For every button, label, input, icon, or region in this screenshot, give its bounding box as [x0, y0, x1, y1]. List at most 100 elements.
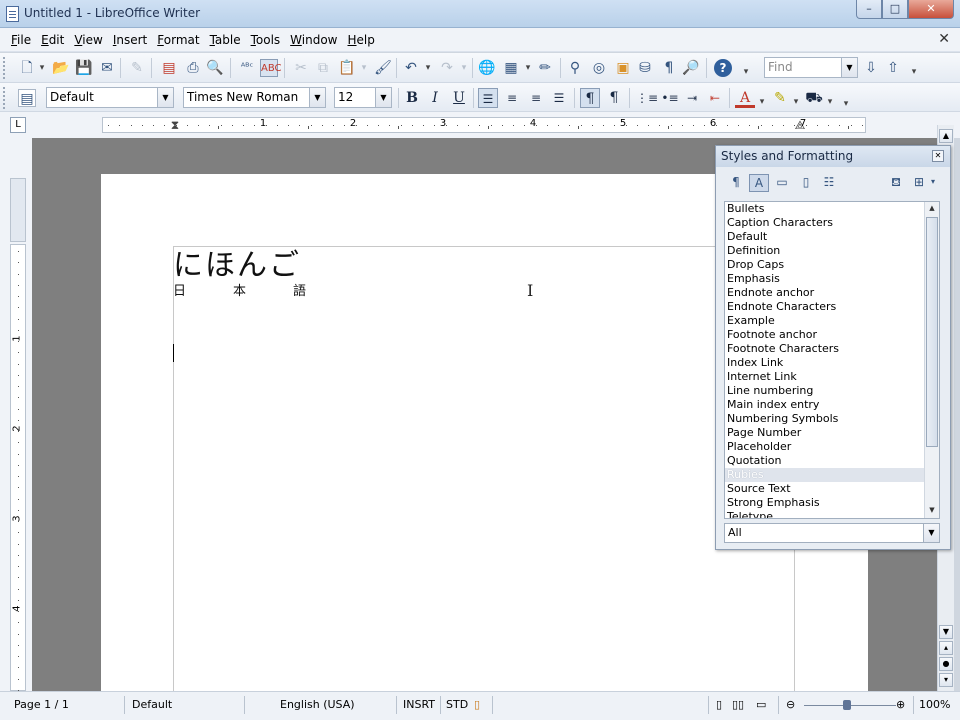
print-preview-icon[interactable]: 🔍 [206, 59, 224, 77]
fill-format-mode-icon[interactable]: ⛾ [886, 174, 906, 192]
zoom-slider-thumb[interactable] [843, 700, 851, 710]
style-item[interactable]: Default [725, 230, 939, 244]
style-item[interactable]: Example [725, 314, 939, 328]
styles-list[interactable]: Bullets Caption Characters Default Defin… [724, 201, 940, 519]
page-style-status[interactable]: Default [132, 698, 172, 711]
scroll-down-arrow-icon[interactable]: ▼ [939, 625, 953, 639]
previous-page-icon[interactable]: ▴ [939, 641, 953, 655]
style-item[interactable]: Definition [725, 244, 939, 258]
increase-indent-icon[interactable]: ⇥ [682, 88, 702, 108]
style-item[interactable]: Endnote anchor [725, 286, 939, 300]
style-item[interactable]: Footnote Characters [725, 342, 939, 356]
formatting-marks-icon[interactable]: ¶ [660, 59, 678, 77]
zoom-out-icon[interactable]: ⊖ [786, 698, 795, 711]
menu-window[interactable]: Window [285, 33, 342, 47]
font-name-dropdown-icon[interactable]: ▼ [309, 88, 325, 107]
toolbar-grip[interactable] [3, 57, 7, 79]
base-text[interactable]: 日本語 [173, 280, 306, 299]
style-item[interactable]: Placeholder [725, 440, 939, 454]
paste-icon[interactable]: 📋 [338, 59, 356, 77]
hyperlink-icon[interactable]: 🌐 [478, 59, 496, 77]
style-filter-select[interactable]: All ▼ [724, 523, 940, 543]
find-input[interactable]: Find ▼ [764, 57, 858, 78]
table-icon[interactable]: ▦ [502, 59, 520, 77]
selection-mode-status[interactable]: STD [446, 698, 468, 711]
next-page-icon[interactable]: ▾ [939, 673, 953, 687]
email-icon[interactable]: ✉ [98, 59, 116, 77]
document-modified-icon[interactable]: ▯ [474, 698, 480, 711]
bullets-icon[interactable]: •≡ [660, 88, 680, 108]
list-styles-icon[interactable]: ☷ [819, 174, 839, 192]
edit-file-icon[interactable]: ✎ [128, 59, 146, 77]
vertical-ruler[interactable]: 1 2 3 4 [10, 244, 26, 691]
style-item[interactable]: Source Text [725, 482, 939, 496]
show-draw-functions-icon[interactable]: ✏ [536, 59, 554, 77]
right-to-left-icon[interactable]: ¶ [604, 88, 624, 108]
justify-icon[interactable]: ☰ [549, 88, 569, 108]
menu-help[interactable]: Help [343, 33, 380, 47]
align-center-icon[interactable]: ≡ [502, 88, 522, 108]
toolbar-overflow-icon[interactable]: ▾ [842, 95, 850, 113]
style-item[interactable]: Quotation [725, 454, 939, 468]
print-icon[interactable]: ⎙ [184, 59, 202, 77]
style-item[interactable]: Line numbering [725, 384, 939, 398]
numbering-icon[interactable]: ⋮≡ [636, 88, 658, 108]
underline-button[interactable]: U [449, 88, 469, 108]
style-item-selected[interactable]: Rubies [725, 468, 939, 482]
decrease-indent-icon[interactable]: ⇤ [705, 88, 725, 108]
frame-styles-icon[interactable]: ▭ [772, 174, 792, 192]
undo-dropdown-arrow-icon[interactable]: ▾ [424, 59, 432, 77]
insert-mode-status[interactable]: INSRT [403, 698, 435, 711]
save-icon[interactable]: 💾 [75, 59, 93, 77]
menu-tools[interactable]: Tools [246, 33, 286, 47]
paragraph-style-dropdown-icon[interactable]: ▼ [157, 88, 173, 107]
align-right-icon[interactable]: ≡ [526, 88, 546, 108]
paragraph-style-select[interactable]: Default ▼ [46, 87, 174, 108]
styles-list-scrollbar[interactable]: ▲ ▼ [924, 202, 939, 518]
redo-icon[interactable]: ↷ [438, 59, 456, 77]
autospellcheck-icon[interactable]: ABC [260, 59, 282, 77]
multi-page-view-icon[interactable]: ▯▯ [732, 698, 744, 711]
new-dropdown-arrow-icon[interactable]: ▾ [38, 59, 46, 77]
zoom-icon[interactable]: 🔎 [682, 59, 700, 77]
menu-file[interactable]: File [6, 33, 36, 47]
paragraph-styles-icon[interactable]: ¶ [726, 174, 746, 192]
background-color-dropdown-icon[interactable]: ▾ [826, 93, 834, 111]
panel-close-button[interactable]: ✕ [932, 150, 944, 162]
style-item[interactable]: Teletype [725, 510, 939, 518]
toolbar-grip[interactable] [3, 87, 7, 109]
maximize-button[interactable]: □ [882, 0, 908, 19]
menu-view[interactable]: View [69, 33, 107, 47]
menu-table[interactable]: Table [205, 33, 246, 47]
language-status[interactable]: English (USA) [280, 698, 355, 711]
page-styles-icon[interactable]: ▯ [796, 174, 816, 192]
find-toolbar-overflow-icon[interactable]: ▾ [910, 63, 918, 81]
spelling-icon[interactable]: ᴬᴮᶜ [238, 59, 256, 77]
highlighting-dropdown-icon[interactable]: ▾ [792, 93, 800, 111]
open-folder-icon[interactable]: 📂 [52, 59, 70, 77]
zoom-level[interactable]: 100% [919, 698, 950, 711]
align-left-icon[interactable]: ☰ [478, 88, 498, 108]
horizontal-ruler[interactable]: ⧗ ⟁ 1 2 3 4 5 6 7 [102, 117, 866, 133]
new-style-from-selection-icon[interactable]: ⊞ [909, 174, 929, 192]
toolbar-overflow-icon[interactable]: ▾ [742, 63, 750, 81]
table-dropdown-arrow-icon[interactable]: ▾ [524, 59, 532, 77]
gallery-icon[interactable]: ▣ [614, 59, 632, 77]
bold-button[interactable]: B [402, 88, 422, 108]
style-item[interactable]: Numbering Symbols [725, 412, 939, 426]
book-view-icon[interactable]: ▭ [756, 698, 766, 711]
paste-dropdown-arrow-icon[interactable]: ▾ [360, 59, 368, 77]
style-item[interactable]: Strong Emphasis [725, 496, 939, 510]
page-count[interactable]: Page 1 / 1 [14, 698, 69, 711]
find-previous-icon[interactable]: ⇧ [884, 59, 902, 77]
style-item[interactable]: Emphasis [725, 272, 939, 286]
ruby-text[interactable]: にほんご [173, 240, 301, 284]
redo-dropdown-arrow-icon[interactable]: ▾ [460, 59, 468, 77]
style-item[interactable]: Drop Caps [725, 258, 939, 272]
help-icon[interactable]: ? [714, 59, 732, 77]
background-color-icon[interactable]: ⛟ [804, 88, 824, 108]
list-scroll-up-icon[interactable]: ▲ [926, 202, 938, 215]
export-pdf-icon[interactable]: ▤ [160, 59, 178, 77]
style-item[interactable]: Page Number [725, 426, 939, 440]
styles-and-formatting-icon[interactable]: ▤ [18, 89, 36, 107]
